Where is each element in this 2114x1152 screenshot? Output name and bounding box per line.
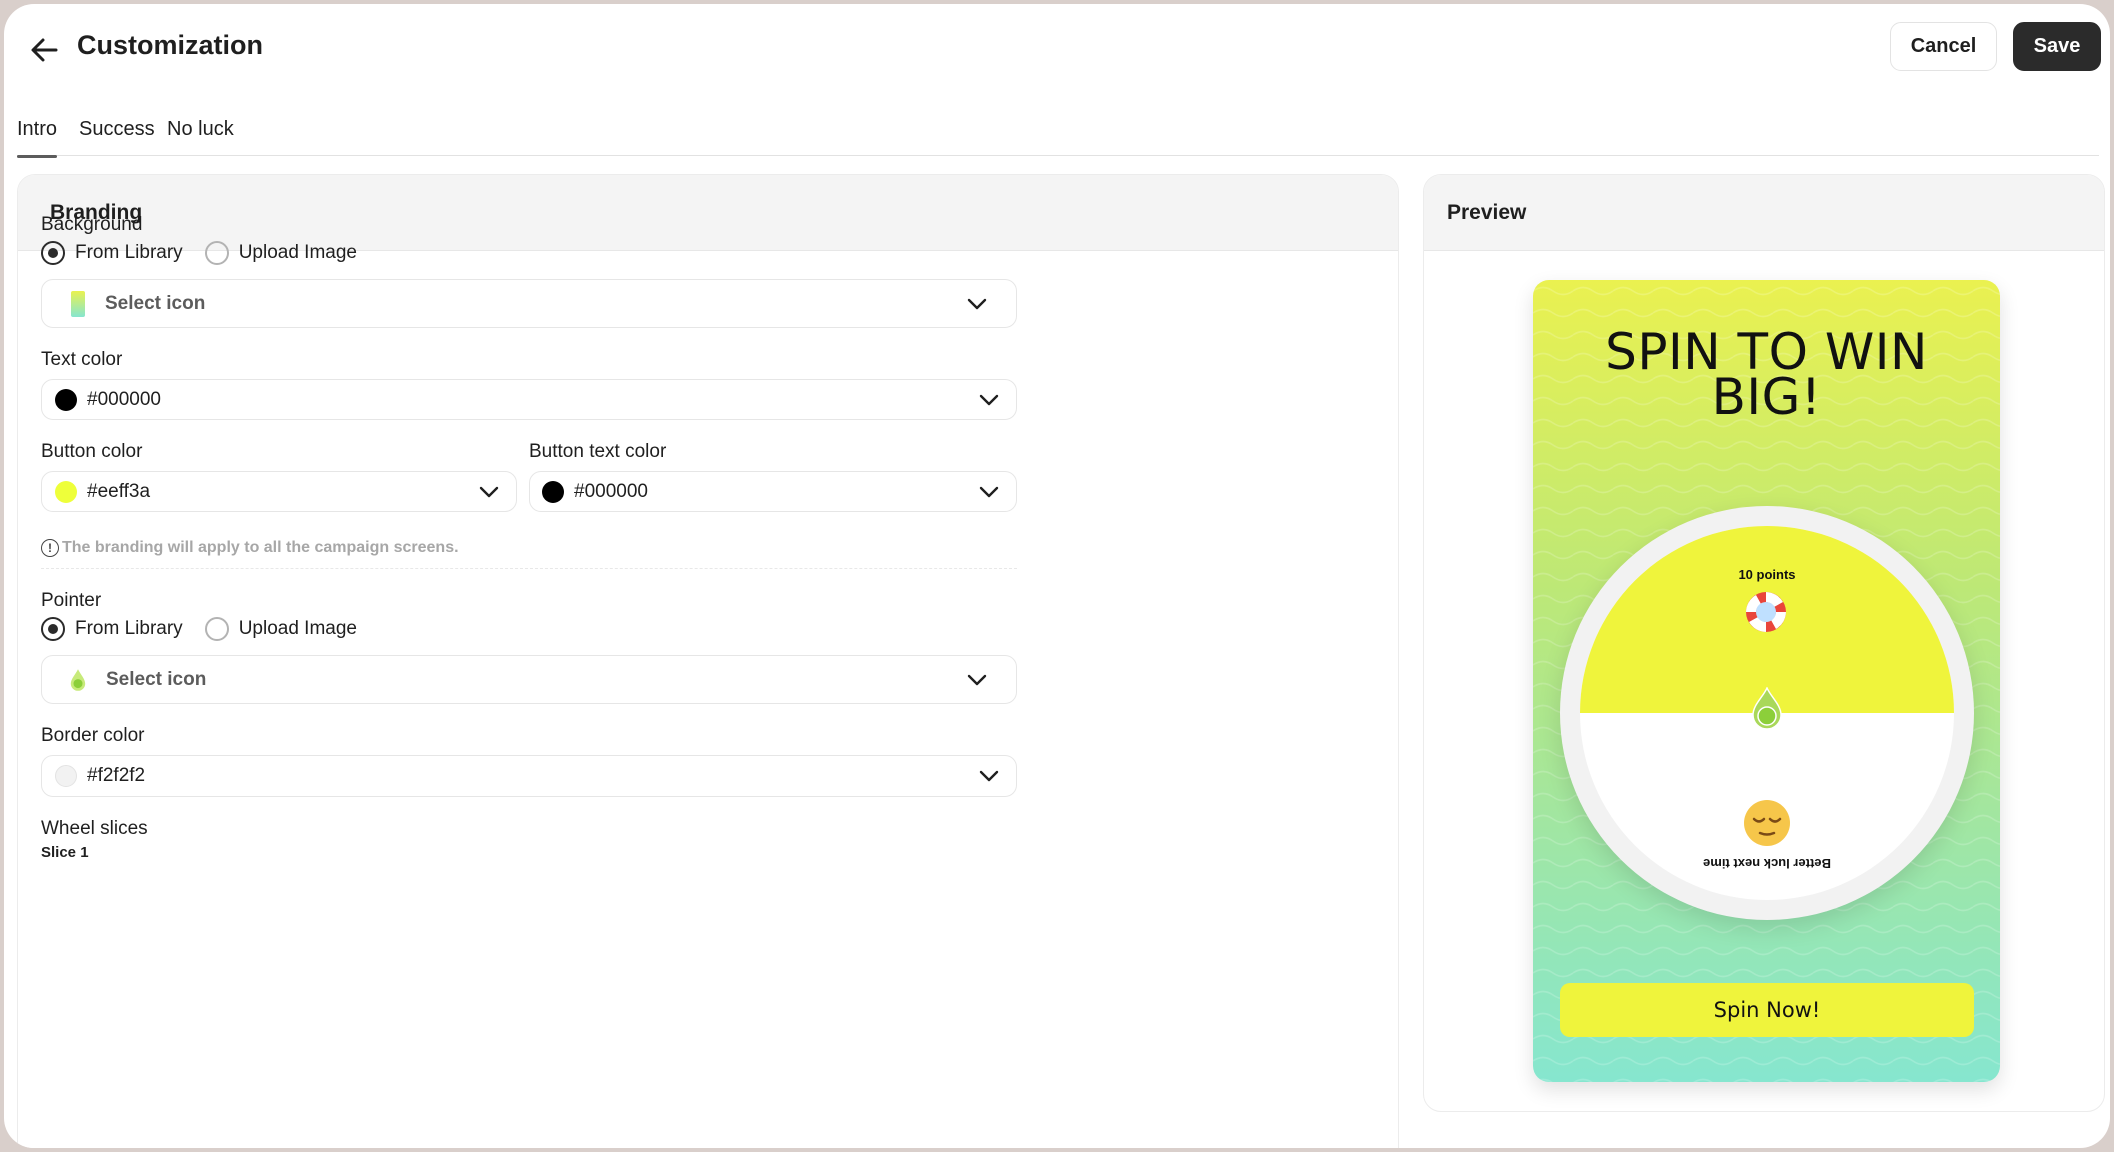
save-button[interactable]: Save xyxy=(2013,22,2101,71)
radio-unchecked-icon[interactable] xyxy=(204,617,229,641)
wheel-slice-1-label: 10 points xyxy=(1738,567,1796,582)
gradient-swatch-icon xyxy=(71,290,85,317)
chevron-down-icon xyxy=(979,394,999,405)
radio-unchecked-icon[interactable] xyxy=(204,241,229,265)
chevron-down-icon xyxy=(979,770,999,782)
section-divider xyxy=(41,568,1017,569)
background-label: Background xyxy=(41,214,143,235)
text-color-label: Text color xyxy=(41,349,123,370)
tab-no-luck[interactable]: No luck xyxy=(167,118,234,156)
background-select-placeholder: Select icon xyxy=(105,292,206,314)
chevron-down-icon xyxy=(967,674,987,685)
chevron-down-icon xyxy=(479,486,499,497)
button-text-color-label: Button text color xyxy=(529,441,667,462)
radio-checked-icon[interactable] xyxy=(41,241,65,265)
spin-wheel[interactable]: 10 points Better luck next time xyxy=(1560,506,1974,920)
background-from-library-option[interactable]: From Library xyxy=(41,241,183,265)
border-color-value: #f2f2f2 xyxy=(87,765,146,786)
border-color-label: Border color xyxy=(41,725,145,746)
background-icon-select[interactable]: Select icon xyxy=(41,279,1017,328)
background-upload-image-label: Upload Image xyxy=(238,242,357,263)
pointer-source-radio-group: From Library Upload Image xyxy=(41,617,379,641)
preview-panel-title: Preview xyxy=(1424,175,2104,251)
pointer-upload-image-option[interactable]: Upload Image xyxy=(204,617,357,641)
relieved-face-icon xyxy=(1744,800,1790,846)
button-text-color-value: #000000 xyxy=(574,480,648,502)
button-text-color-select[interactable]: #000000 xyxy=(529,471,1017,512)
pointer-icon-select[interactable]: Select icon xyxy=(41,655,1017,704)
customization-window: Customization Cancel Save Intro Success … xyxy=(4,4,2110,1148)
spin-now-button[interactable]: Spin Now! xyxy=(1560,983,1974,1037)
border-color-select[interactable]: #f2f2f2 xyxy=(41,755,1017,797)
tab-intro[interactable]: Intro xyxy=(17,118,58,158)
branding-hint: ! The branding will apply to all the cam… xyxy=(41,539,459,557)
border-color-swatch xyxy=(55,765,77,787)
button-color-label: Button color xyxy=(41,441,143,462)
background-upload-image-option[interactable]: Upload Image xyxy=(204,241,357,265)
branding-hint-text: The branding will apply to all the campa… xyxy=(62,539,459,556)
cancel-button[interactable]: Cancel xyxy=(1890,22,1997,71)
text-color-swatch xyxy=(55,388,77,411)
button-color-value: #eeff3a xyxy=(87,480,151,502)
radio-checked-icon[interactable] xyxy=(41,617,65,641)
text-color-select[interactable]: #000000 xyxy=(41,379,1017,420)
button-text-color-swatch xyxy=(542,480,564,503)
tab-bar: Intro Success No luck xyxy=(17,114,2099,158)
background-from-library-label: From Library xyxy=(75,242,183,263)
preview-card: SPIN TO WIN BIG! 10 points Better luck n… xyxy=(1533,280,2000,1082)
pointer-label: Pointer xyxy=(41,590,102,611)
chevron-down-icon xyxy=(979,486,999,497)
branding-panel-title: Branding xyxy=(18,175,1398,251)
pointer-select-placeholder: Select icon xyxy=(106,668,207,690)
slice-1-label: Slice 1 xyxy=(41,844,89,861)
chevron-down-icon xyxy=(967,298,987,309)
lifebuoy-icon xyxy=(1746,592,1786,632)
button-color-swatch xyxy=(55,480,77,503)
preview-headline: SPIN TO WIN BIG! xyxy=(1533,327,2000,426)
wheel-pointer-icon xyxy=(1752,687,1782,730)
text-color-value: #000000 xyxy=(87,388,161,410)
tab-success[interactable]: Success xyxy=(79,118,155,156)
pointer-from-library-label: From Library xyxy=(75,618,183,639)
pointer-from-library-option[interactable]: From Library xyxy=(41,617,183,641)
preview-headline-line-2: BIG! xyxy=(1711,368,1822,426)
button-color-select[interactable]: #eeff3a xyxy=(41,471,517,512)
back-arrow-icon[interactable] xyxy=(26,32,62,68)
info-icon: ! xyxy=(41,539,59,557)
pointer-drop-icon xyxy=(70,668,86,691)
background-source-radio-group: From Library Upload Image xyxy=(41,241,379,265)
page-title: Customization xyxy=(77,30,263,60)
wheel-slice-2-label: Better luck next time xyxy=(1703,856,1831,871)
pointer-upload-image-label: Upload Image xyxy=(238,618,357,639)
wheel-slices-label: Wheel slices xyxy=(41,818,148,839)
